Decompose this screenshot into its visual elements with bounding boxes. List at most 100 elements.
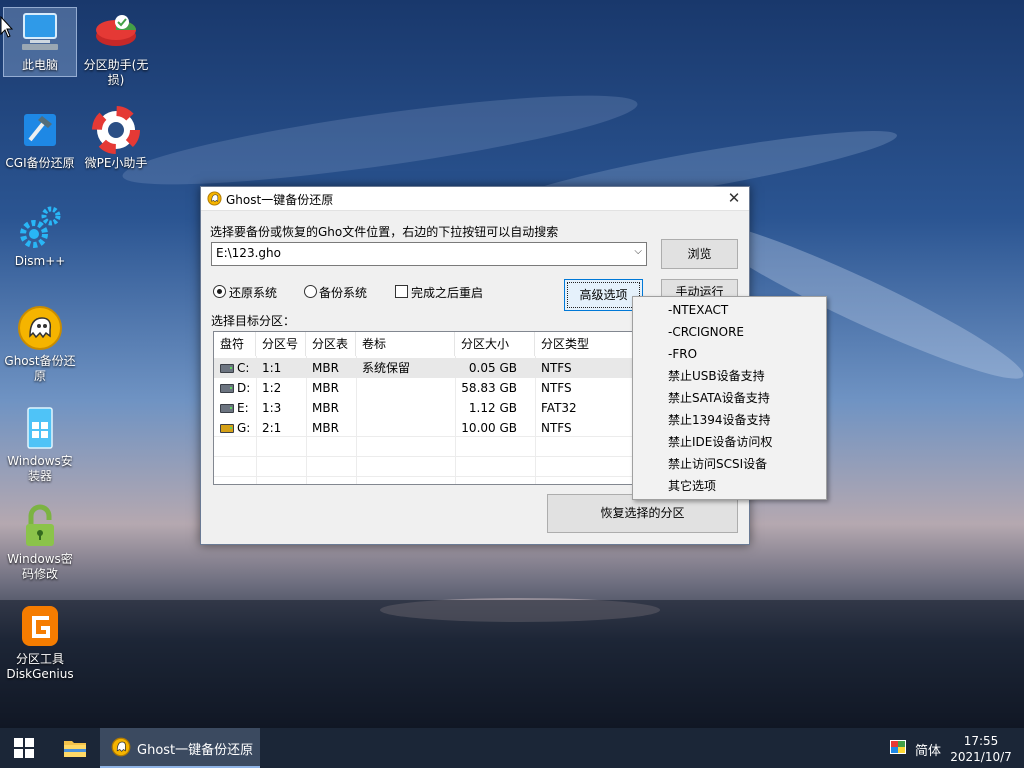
chevron-down-icon[interactable]: ⌵ xyxy=(634,246,642,257)
menu-item-ntexact[interactable]: -NTEXACT xyxy=(633,299,826,321)
restart-checkbox-label[interactable]: 完成之后重启 xyxy=(411,284,483,301)
cgi-backup-icon xyxy=(16,106,64,154)
partition-no-cell: 1:2 xyxy=(262,381,282,395)
drive-icon xyxy=(220,364,234,373)
desktop-icon-label: 微PE小助手 xyxy=(84,156,148,170)
ime-indicator[interactable]: 简体 xyxy=(915,740,941,759)
advanced-options-menu: -NTEXACT -CRCIGNORE -FRO 禁止USB设备支持 禁止SAT… xyxy=(632,296,827,500)
menu-item-disable-usb[interactable]: 禁止USB设备支持 xyxy=(633,365,826,387)
col-header-partition-table[interactable]: 分区表 xyxy=(306,332,356,356)
mouse-cursor-icon xyxy=(0,16,14,38)
table-row[interactable]: G: 2:1 MBR 10.00 GB NTFS xyxy=(214,418,634,438)
taskbar-app-ghost[interactable]: Ghost一键备份还原 xyxy=(100,728,260,768)
menu-item-fro[interactable]: -FRO xyxy=(633,343,826,365)
padlock-icon xyxy=(16,502,64,550)
volume-label-cell: 系统保留 xyxy=(362,361,411,375)
col-header-partition-no[interactable]: 分区号 xyxy=(256,332,306,356)
desktop-icon-cgi-backup[interactable]: CGI备份还原 xyxy=(4,106,76,171)
desktop-icon-diskgenius[interactable]: 分区工具DiskGenius xyxy=(4,602,76,682)
windows-start-icon[interactable] xyxy=(14,738,34,758)
table-row[interactable]: D: 1:2 MBR 58.83 GB NTFS xyxy=(214,378,634,398)
restore-radio[interactable] xyxy=(213,285,226,298)
taskbar-clock[interactable]: 17:55 2021/10/7 xyxy=(946,733,1016,765)
restore-radio-label[interactable]: 还原系统 xyxy=(229,284,277,301)
menu-item-other-options[interactable]: 其它选项 xyxy=(633,475,826,497)
menu-item-disable-ide[interactable]: 禁止IDE设备访问权 xyxy=(633,431,826,453)
lifebuoy-icon xyxy=(92,106,140,154)
target-partition-label: 选择目标分区： xyxy=(211,314,296,328)
backup-radio-label[interactable]: 备份系统 xyxy=(319,284,367,301)
menu-item-disable-1394[interactable]: 禁止1394设备支持 xyxy=(633,409,826,431)
drive-cell: D: xyxy=(220,378,250,398)
menu-item-disable-sata[interactable]: 禁止SATA设备支持 xyxy=(633,387,826,409)
col-header-type[interactable]: 分区类型 xyxy=(535,332,634,356)
partition-table-cell: MBR xyxy=(312,381,339,395)
computer-icon xyxy=(16,8,64,56)
backup-radio[interactable] xyxy=(304,285,317,298)
gho-path-combobox[interactable]: E:\123.gho ⌵ xyxy=(211,242,647,266)
table-row[interactable]: E: 1:3 MBR 1.12 GB FAT32 xyxy=(214,398,634,418)
drive-cell: C: xyxy=(220,358,249,378)
drive-icon xyxy=(220,404,234,413)
drive-icon xyxy=(220,384,234,393)
desktop-icon-windows-installer[interactable]: Windows安装器 xyxy=(4,404,76,484)
clock-date: 2021/10/7 xyxy=(950,750,1012,764)
desktop-icon-this-pc[interactable]: 此电脑 xyxy=(3,7,77,77)
restart-checkbox[interactable] xyxy=(395,285,408,298)
type-cell: NTFS xyxy=(541,381,572,395)
partition-table: 盘符 分区号 分区表 卷标 分区大小 分区类型 C: 1:1 MBR 系统保留 … xyxy=(213,331,635,485)
dialog-title: Ghost一键备份还原 xyxy=(226,193,334,207)
desktop-icon-label: 分区工具DiskGenius xyxy=(6,652,74,681)
partition-assistant-icon xyxy=(92,8,140,56)
drive-cell: E: xyxy=(220,398,249,418)
partition-table-cell: MBR xyxy=(312,361,339,375)
ghost-icon xyxy=(111,737,131,757)
close-icon: ✕ xyxy=(727,189,741,207)
table-row[interactable]: C: 1:1 MBR 系统保留 0.05 GB NTFS xyxy=(214,358,634,378)
size-cell: 1.12 GB xyxy=(468,401,517,415)
menu-item-disable-scsi[interactable]: 禁止访问SCSI设备 xyxy=(633,453,826,475)
dialog-titlebar[interactable]: Ghost一键备份还原 ✕ xyxy=(201,187,749,211)
color-display-icon[interactable] xyxy=(890,740,906,754)
type-cell: FAT32 xyxy=(541,401,577,415)
partition-no-cell: 1:1 xyxy=(262,361,282,375)
size-cell: 58.83 GB xyxy=(461,381,517,395)
taskbar-app-label: Ghost一键备份还原 xyxy=(137,743,254,758)
desktop-icon-dism[interactable]: Dism++ xyxy=(4,204,76,269)
partition-table-cell: MBR xyxy=(312,401,339,415)
menu-item-crcignore[interactable]: -CRCIGNORE xyxy=(633,321,826,343)
desktop-icon-label: 分区助手(无损) xyxy=(83,58,149,87)
size-cell: 0.05 GB xyxy=(468,361,517,375)
size-cell: 10.00 GB xyxy=(461,421,517,435)
type-cell: NTFS xyxy=(541,421,572,435)
desktop-icon-password-change[interactable]: Windows密码修改 xyxy=(4,502,76,582)
browse-button[interactable]: 浏览 xyxy=(661,239,738,269)
drive-cell: G: xyxy=(220,418,250,438)
type-cell: NTFS xyxy=(541,361,572,375)
usb-drive-icon xyxy=(220,424,234,433)
clock-time: 17:55 xyxy=(963,734,999,748)
col-header-drive[interactable]: 盘符 xyxy=(214,332,256,356)
desktop-icon-label: Windows安装器 xyxy=(7,454,73,483)
partition-no-cell: 1:3 xyxy=(262,401,282,415)
gho-path-value: E:\123.gho xyxy=(216,246,281,260)
desktop-icon-label: CGI备份还原 xyxy=(5,156,75,170)
partition-table-cell: MBR xyxy=(312,421,339,435)
desktop-icon-ghost-backup[interactable]: Ghost备份还原 xyxy=(4,304,76,384)
partition-no-cell: 2:1 xyxy=(262,421,282,435)
desktop-icon-label: Dism++ xyxy=(14,254,66,268)
col-header-size[interactable]: 分区大小 xyxy=(455,332,535,356)
desktop-icon-wepe-helper[interactable]: 微PE小助手 xyxy=(80,106,152,171)
grid-divider xyxy=(214,456,634,457)
instruction-text: 选择要备份或恢复的Gho文件位置，右边的下拉按钮可以自动搜索 xyxy=(210,225,559,239)
file-explorer-icon[interactable] xyxy=(63,737,87,759)
grid-divider xyxy=(214,476,634,477)
col-header-volume-label[interactable]: 卷标 xyxy=(356,332,455,356)
desktop-icon-label: Ghost备份还原 xyxy=(4,354,76,383)
desktop-icon-label: 此电脑 xyxy=(21,58,58,72)
desktop-icon-partition-assistant[interactable]: 分区助手(无损) xyxy=(80,8,152,88)
ghost-icon xyxy=(207,191,222,206)
gears-icon xyxy=(16,204,64,252)
desktop-icon-label: Windows密码修改 xyxy=(7,552,73,581)
close-button[interactable]: ✕ xyxy=(719,187,749,210)
